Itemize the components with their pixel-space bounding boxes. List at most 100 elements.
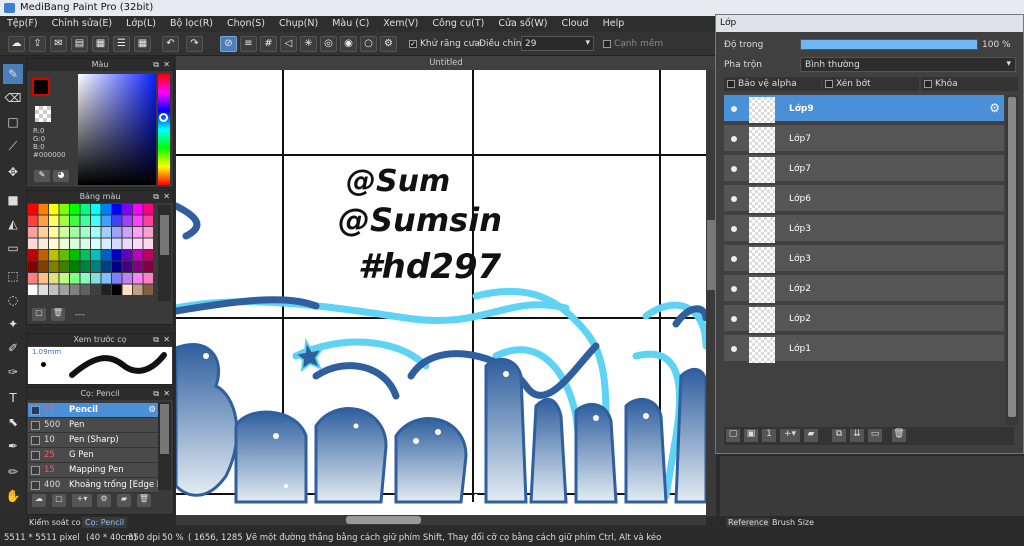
gear-icon[interactable]: ⚙ [380,36,397,52]
hue-slider[interactable] [158,74,170,185]
canvas-area[interactable]: @Sum @Sumsin #hd297 [176,56,716,525]
select-eraser-tool-icon[interactable]: ✑ [3,362,23,382]
redo-icon[interactable]: ↷ [186,36,203,52]
clipping-checkbox[interactable] [825,79,833,88]
palette-swatch[interactable] [80,284,91,296]
menu-help[interactable]: Help [596,16,632,32]
palette-swatch[interactable] [101,273,112,284]
menu-snap[interactable]: Chụp(N) [272,16,325,32]
palette-swatch[interactable] [80,273,91,284]
snap-curve-icon[interactable]: ◉ [340,36,357,52]
palette-swatch[interactable] [91,273,101,284]
palette-swatch[interactable] [59,273,70,284]
palette-swatch[interactable] [143,238,154,250]
lock-checkbox[interactable] [924,79,932,88]
undock-icon[interactable]: ⧉ [153,59,159,71]
palette-swatch[interactable] [70,204,80,215]
adjust-select[interactable]: 29 ▾ [521,36,594,51]
palette-swatch[interactable] [91,215,101,227]
palette-swatch[interactable] [143,250,154,261]
visibility-icon[interactable] [731,346,737,352]
brush-scrollbar-thumb[interactable] [160,404,169,454]
brush-tool-icon[interactable]: ✎ [3,64,23,84]
palette-swatch[interactable] [133,238,143,250]
eyedropper-tool-icon[interactable]: ✒ [3,436,23,456]
palette-swatch[interactable] [112,261,122,273]
comment-icon[interactable]: ▤ [71,36,88,52]
undock-icon[interactable]: ⧉ [153,388,159,400]
protect-alpha-checkbox[interactable] [727,79,735,88]
menu-edit[interactable]: Chỉnh sửa(E) [45,16,120,32]
palette-swatch[interactable] [80,204,91,215]
menu-select[interactable]: Chọn(S) [220,16,272,32]
brush-list-item[interactable]: 10 Pen (Sharp) [28,433,158,448]
palette-swatch[interactable] [112,273,122,284]
palette-swatch[interactable] [112,238,122,250]
palette-swatch[interactable] [101,238,112,250]
layer-row[interactable]: Lớp2 [724,275,1004,303]
palette-swatch[interactable] [49,273,59,284]
lock-toggle[interactable]: Khóa [921,77,1018,91]
palette-swatch[interactable] [122,273,133,284]
rectangle-tool-icon[interactable]: □ [3,112,23,132]
palette-scrollbar[interactable] [158,205,171,301]
transparent-color-swatch[interactable] [35,106,51,122]
palette-swatch[interactable] [80,261,91,273]
brush-list-item[interactable]: 15 Pencil ⚙ [28,403,158,418]
hand-tool-icon[interactable]: ✋ [3,486,23,506]
canvas-horizontal-thumb[interactable] [346,516,421,524]
select-pen-tool-icon[interactable]: ✐ [3,338,23,358]
antialias-toggle[interactable]: ✓ Khử răng cưa [409,39,480,49]
palette-swatch[interactable] [49,204,59,215]
palette-swatch[interactable] [91,284,101,296]
drawing-canvas[interactable]: @Sum @Sumsin #hd297 [176,56,716,516]
visibility-icon[interactable] [731,226,737,232]
line-tool-icon[interactable]: ⟋ [3,136,23,156]
list-icon[interactable]: ☰ [113,36,130,52]
hue-slider-handle[interactable] [159,113,168,122]
visibility-icon[interactable] [731,196,737,202]
palette-swatch[interactable] [38,204,49,215]
fill-shape-tool-icon[interactable]: ■ [3,190,23,210]
palette-icon[interactable]: ◕ [53,170,69,182]
gear-icon[interactable]: ⚙ [148,403,156,417]
lasso-tool-icon[interactable]: ◌ [3,290,23,310]
palette-swatch[interactable] [38,250,49,261]
tab-brush-pencil[interactable]: Cọ: Pencil [82,517,128,528]
merge-layer-icon[interactable]: ⇊ [850,429,864,442]
snap-parallel-icon[interactable]: ≡ [240,36,257,52]
palette-swatch[interactable] [101,261,112,273]
close-icon[interactable]: ✕ [163,388,170,400]
layer-row[interactable]: Lớp7 [724,155,1004,183]
soft-edge-toggle[interactable]: Cạnh mềm [603,39,663,49]
brush-list-item[interactable]: 15 Mapping Pen [28,463,158,478]
snap-grid-icon[interactable]: # [260,36,277,52]
palette-swatch[interactable] [133,284,143,296]
palette-swatch[interactable] [70,238,80,250]
delete-palette-icon[interactable]: 🗑 [51,308,65,321]
gradient-tool-icon[interactable]: ▭ [3,238,23,258]
menu-tools[interactable]: Công cụ(T) [425,16,491,32]
layer-row[interactable]: Lớp3 [724,245,1004,273]
gear-icon[interactable]: ⚙ [989,101,1000,115]
palette-swatch[interactable] [101,284,112,296]
palette-swatch[interactable] [28,261,38,273]
palette-swatch[interactable] [49,284,59,296]
blend-mode-select[interactable]: Bình thường ▾ [800,57,1016,72]
palette-swatch[interactable] [101,227,112,238]
visibility-icon[interactable] [731,136,737,142]
layer-row[interactable]: Lớp2 [724,305,1004,333]
opacity-slider[interactable] [800,39,978,50]
delete-layer-icon[interactable]: 🗑 [892,429,906,442]
visibility-icon[interactable] [731,166,737,172]
layer-row[interactable]: Lớp1 [724,335,1004,363]
palette-swatch[interactable] [133,273,143,284]
undock-icon[interactable]: ⧉ [153,334,159,346]
palette-swatch[interactable] [70,215,80,227]
palette-swatch[interactable] [91,204,101,215]
snap-perspective-icon[interactable]: ◁ [280,36,297,52]
menu-filter[interactable]: Bộ lọc(R) [163,16,220,32]
palette-swatch[interactable] [143,215,154,227]
canvas-horizontal-scrollbar[interactable] [176,515,706,525]
palette-swatch[interactable] [59,284,70,296]
